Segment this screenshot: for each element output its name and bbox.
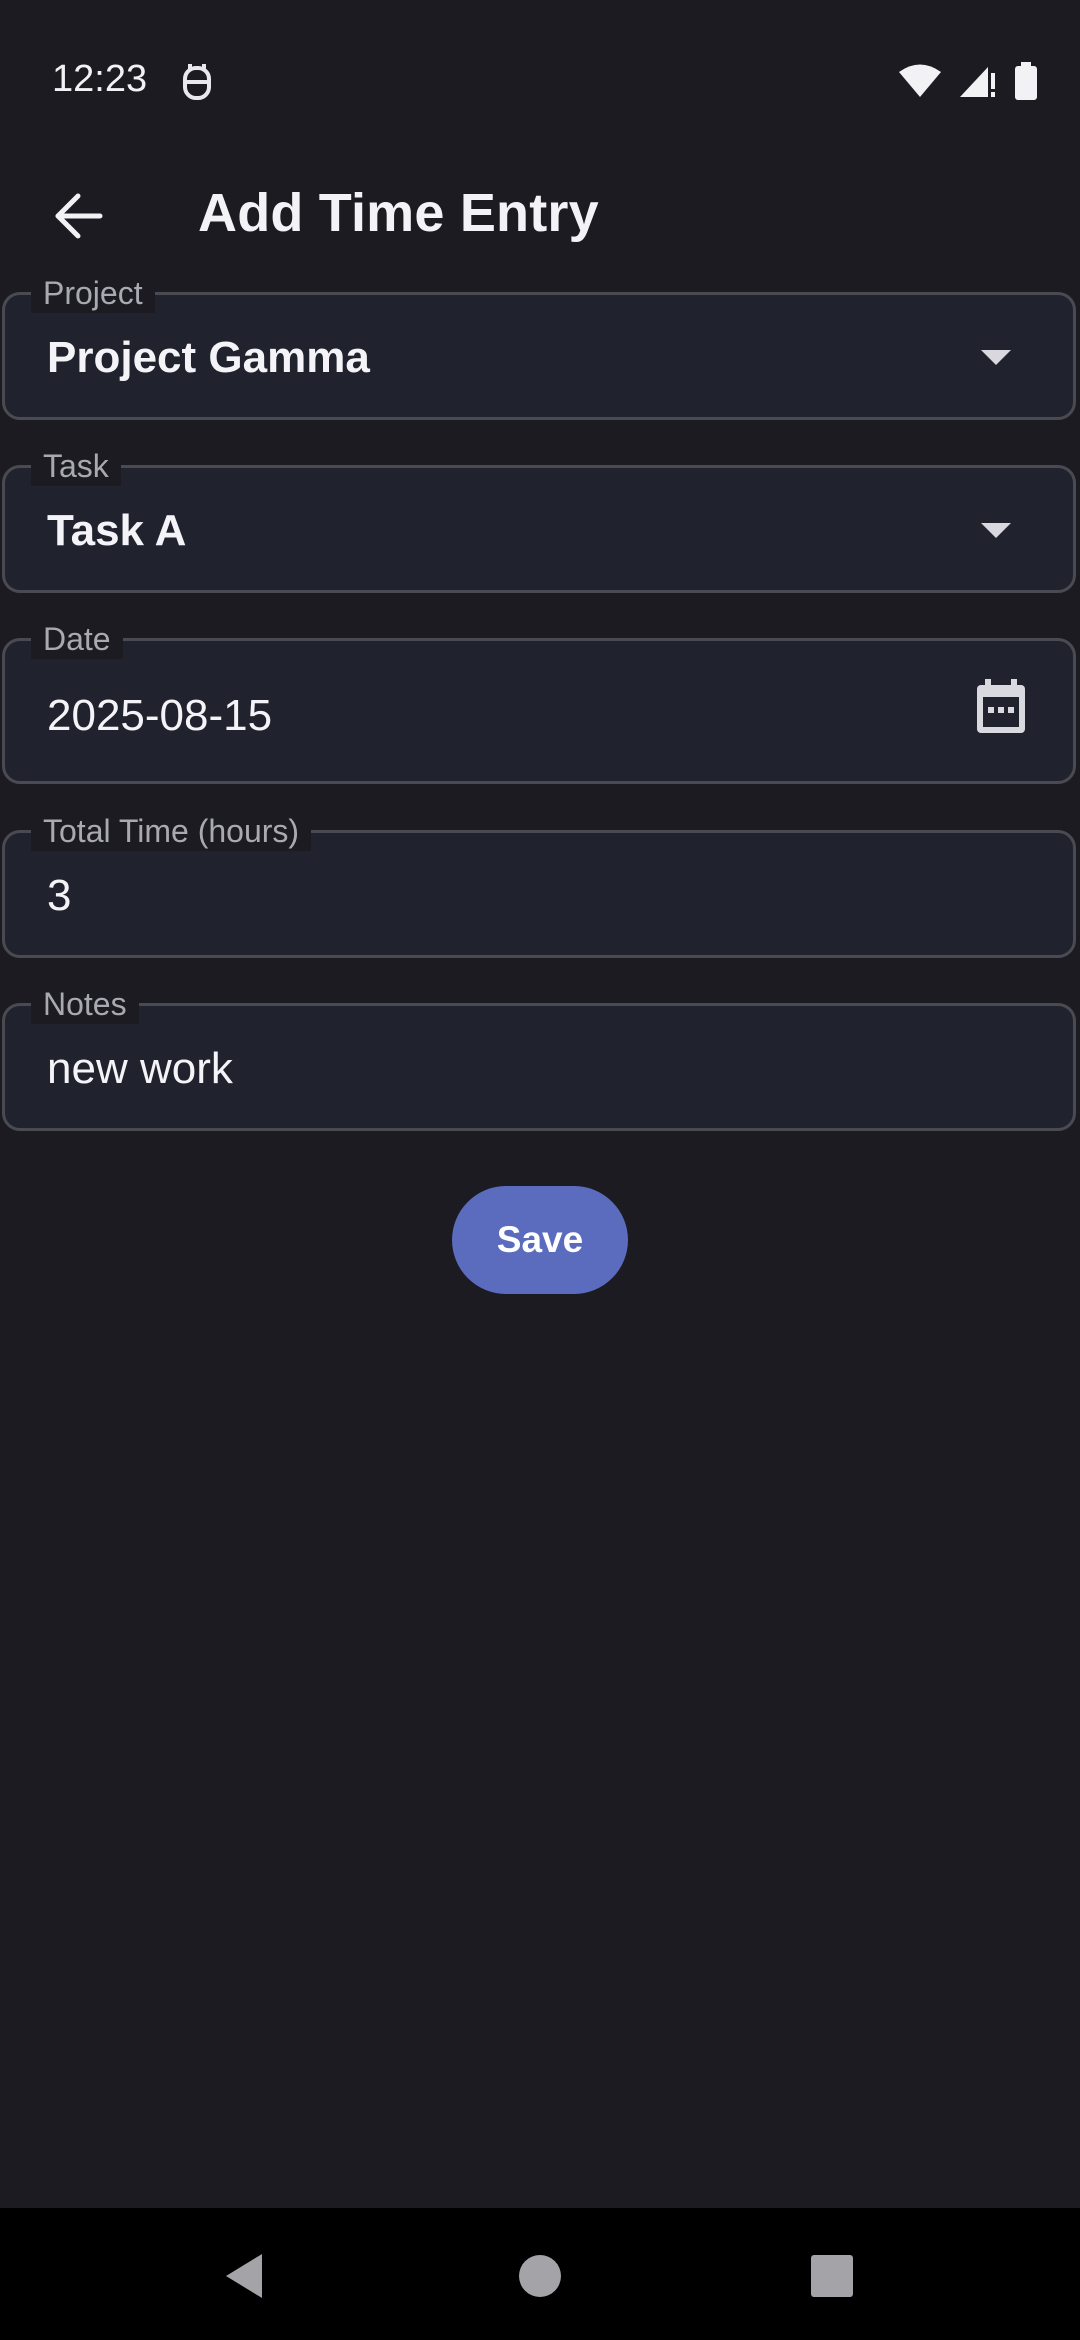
status-bar: 12:23 — [0, 0, 1080, 120]
project-dropdown[interactable]: Project Project Gamma — [2, 273, 1076, 420]
nav-back-icon — [222, 2252, 266, 2305]
app-notification-icon — [180, 62, 214, 102]
notes-label: Notes — [31, 984, 139, 1024]
total-time-label: Total Time (hours) — [31, 811, 312, 851]
wifi-icon — [898, 63, 942, 104]
total-time-value: 3 — [47, 871, 72, 920]
date-label: Date — [31, 619, 123, 659]
task-label: Task — [31, 446, 121, 486]
dropdown-arrow-icon — [981, 350, 1011, 365]
signal-icon — [958, 63, 998, 104]
arrow-back-icon — [52, 192, 104, 245]
back-button[interactable] — [40, 180, 116, 256]
battery-icon — [1014, 62, 1038, 105]
page-title: Add Time Entry — [198, 183, 599, 243]
notes-field[interactable]: Notes new work — [2, 984, 1076, 1131]
app-bar: Add Time Entry — [0, 160, 1080, 270]
date-field[interactable]: Date 2025-08-15 — [2, 619, 1076, 784]
calendar-icon[interactable] — [975, 679, 1027, 740]
total-time-field[interactable]: Total Time (hours) 3 — [2, 811, 1076, 958]
status-time: 12:23 — [52, 58, 148, 100]
task-dropdown[interactable]: Task Task A — [2, 446, 1076, 593]
project-label: Project — [31, 273, 155, 313]
dropdown-arrow-icon — [981, 523, 1011, 538]
project-value: Project Gamma — [47, 333, 370, 382]
save-button[interactable]: Save — [452, 1186, 628, 1294]
nav-recents-button[interactable] — [802, 2248, 862, 2308]
navigation-bar — [0, 2208, 1080, 2340]
nav-recents-icon — [810, 2254, 854, 2303]
notes-value: new work — [47, 1044, 233, 1093]
date-value: 2025-08-15 — [47, 691, 273, 740]
nav-home-icon — [517, 2253, 563, 2304]
status-icons — [898, 62, 1038, 105]
task-value: Task A — [47, 506, 187, 555]
nav-home-button[interactable] — [510, 2248, 570, 2308]
nav-back-button[interactable] — [214, 2248, 274, 2308]
